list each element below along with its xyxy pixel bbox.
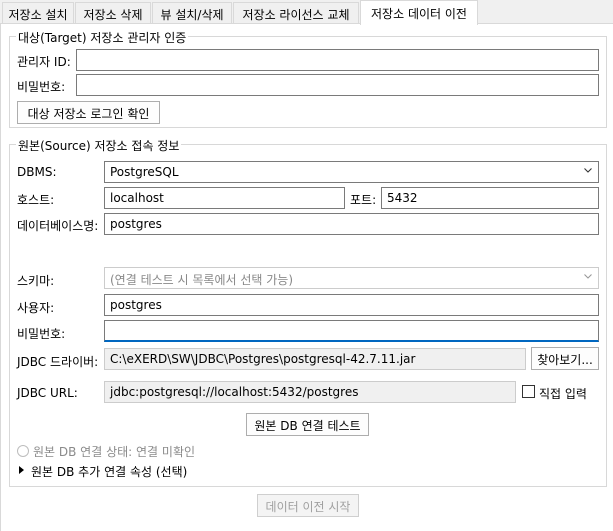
dbname-label: 데이터베이스명:: [17, 219, 99, 233]
schema-label: 스키마:: [17, 274, 55, 288]
advanced-properties-toggle[interactable]: 원본 DB 추가 연결 속성 (선택): [31, 463, 187, 480]
direct-input-checkbox[interactable]: [522, 385, 535, 398]
dbname-input[interactable]: postgres: [104, 213, 599, 235]
tab-license-replace[interactable]: 저장소 라이선스 교체: [233, 2, 359, 24]
status-radio: [17, 445, 29, 457]
admin-id-input[interactable]: [76, 49, 599, 71]
host-input[interactable]: localhost: [104, 187, 345, 209]
target-login-button[interactable]: 대상 저장소 로그인 확인: [17, 101, 160, 124]
tab-label: 저장소 데이터 이전: [371, 7, 467, 21]
group-title: 대상(Target) 저장소 관리자 인증: [16, 29, 189, 46]
group-title: 원본(Source) 저장소 접속 정보: [16, 137, 182, 154]
tab-panel: 대상(Target) 저장소 관리자 인증 관리자 ID: 비밀번호: 대상 저…: [0, 24, 613, 531]
host-label: 호스트:: [17, 193, 55, 207]
schema-placeholder: (연결 테스트 시 목록에서 선택 가능): [110, 273, 293, 287]
chevron-down-icon: [584, 274, 592, 279]
dbms-selected-value: PostgreSQL: [110, 165, 179, 179]
tab-data-migration[interactable]: 저장소 데이터 이전: [360, 0, 478, 25]
tab-bar: 저장소 설치 저장소 삭제 뷰 설치/삭제 저장소 라이선스 교체 저장소 데이…: [0, 0, 613, 25]
jdbc-driver-label: JDBC 드라이버:: [17, 355, 99, 369]
jdbc-url-label: JDBC URL:: [17, 386, 78, 400]
source-password-input[interactable]: [104, 320, 599, 342]
jdbc-driver-input[interactable]: C:\eXERD\SW\JDBC\Postgres\postgresql-42.…: [104, 348, 526, 370]
tab-label: 뷰 설치/삭제: [160, 8, 224, 22]
tab-label: 저장소 설치: [8, 8, 68, 22]
source-password-label: 비밀번호:: [17, 327, 66, 341]
source-test-button[interactable]: 원본 DB 연결 테스트: [246, 413, 369, 436]
schema-select[interactable]: (연결 테스트 시 목록에서 선택 가능): [104, 267, 599, 289]
target-password-input[interactable]: [76, 74, 599, 96]
tab-label: 저장소 삭제: [83, 8, 143, 22]
port-input[interactable]: 5432: [381, 187, 599, 209]
user-label: 사용자:: [17, 301, 55, 315]
dbms-select[interactable]: PostgreSQL: [104, 161, 599, 183]
admin-id-label: 관리자 ID:: [17, 55, 71, 69]
target-password-label: 비밀번호:: [17, 80, 66, 94]
user-input[interactable]: postgres: [104, 294, 599, 316]
direct-input-label: 직접 입력: [539, 387, 587, 401]
browse-button[interactable]: 찾아보기...: [531, 347, 599, 370]
start-migration-button[interactable]: 데이터 이전 시작: [257, 494, 359, 517]
port-label: 포트:: [350, 193, 377, 207]
tab-repo-install[interactable]: 저장소 설치: [2, 2, 74, 24]
jdbc-url-input[interactable]: jdbc:postgresql://localhost:5432/postgre…: [104, 381, 516, 403]
tab-view-install[interactable]: 뷰 설치/삭제: [152, 2, 232, 24]
tab-repo-delete[interactable]: 저장소 삭제: [75, 2, 151, 24]
tab-label: 저장소 라이선스 교체: [242, 8, 350, 22]
caret-right-icon[interactable]: [19, 466, 24, 474]
dbms-label: DBMS:: [17, 165, 57, 179]
chevron-down-icon: [584, 168, 592, 173]
connection-status: 원본 DB 연결 상태: 연결 미확인: [33, 445, 196, 459]
